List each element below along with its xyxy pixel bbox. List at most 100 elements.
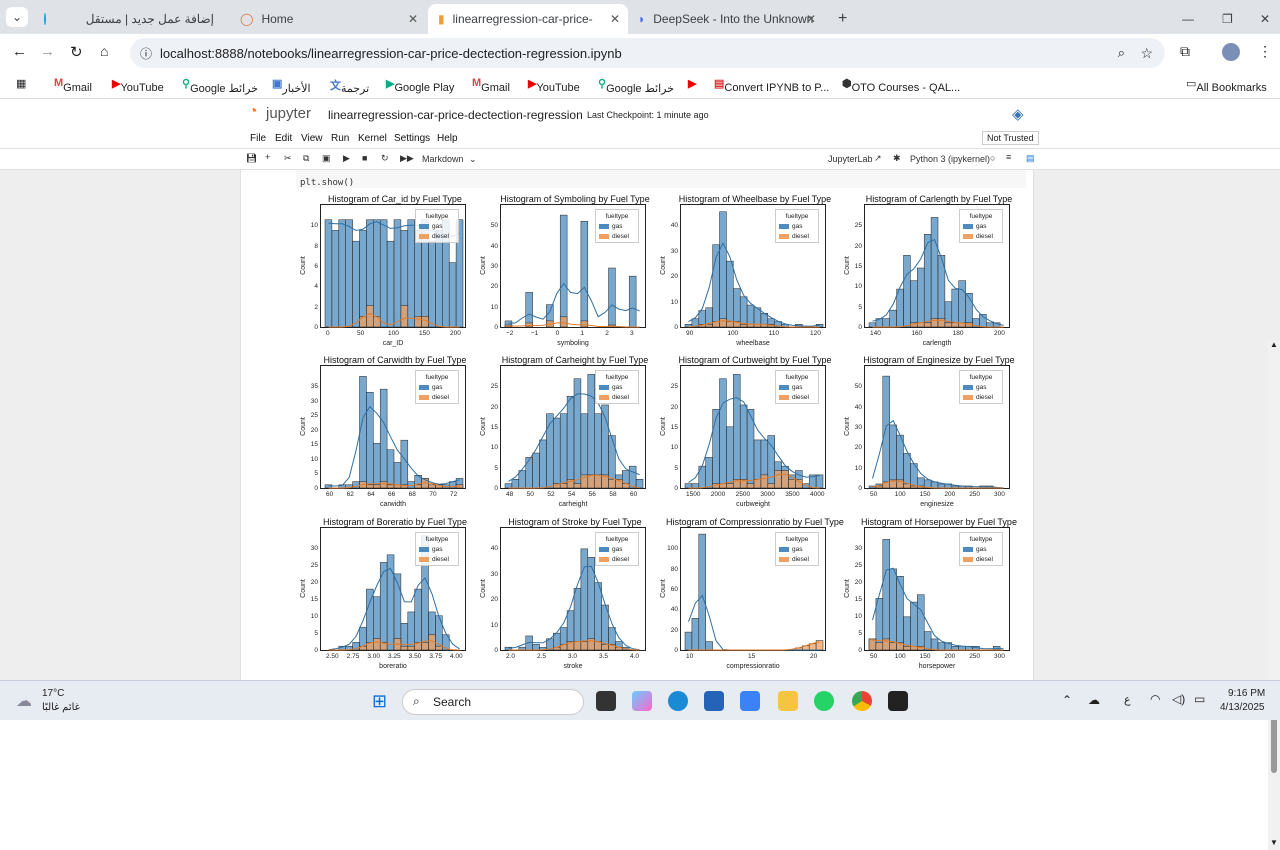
browser-tab[interactable]: ◯ Home ✕: [230, 4, 426, 34]
bookmark-item[interactable]: ▣ الأخبار: [272, 77, 311, 95]
bookmark-item[interactable]: ▶ Google Play: [386, 77, 454, 94]
diesel-bar: [767, 483, 775, 489]
menu-kernel[interactable]: Kernel: [358, 133, 387, 144]
bookmark-item[interactable]: 文 ترجمة: [330, 77, 369, 95]
kernel-name[interactable]: Python 3 (ipykernel): [910, 154, 990, 164]
new-tab-button[interactable]: +: [828, 4, 852, 34]
histogram-plot: Histogram of Enginesize by Fuel Type fuel…: [844, 355, 1034, 515]
scrollbar-down-icon[interactable]: ▼: [1270, 838, 1278, 847]
whatsapp-icon[interactable]: [814, 691, 834, 711]
apps-grid-icon[interactable]: ▦: [16, 77, 26, 90]
bookmark-item[interactable]: ▶ YouTube: [112, 77, 164, 94]
paste-icon[interactable]: ▣: [322, 153, 331, 164]
y-tick-label: 15: [854, 596, 862, 604]
diesel-bar: [608, 479, 616, 489]
forward-icon[interactable]: →: [40, 43, 55, 60]
bookmark-item[interactable]: M Gmail: [472, 77, 510, 94]
browser-tab-active[interactable]: ▮ linearregression-car-price-dectection-…: [428, 4, 628, 34]
address-bar[interactable]: ⓘ localhost:8888/notebooks/linearregress…: [130, 38, 1165, 68]
fast-forward-icon[interactable]: ▶▶: [400, 153, 414, 164]
bookmark-item[interactable]: ⚲ Google خرائط: [182, 77, 258, 95]
wifi-icon[interactable]: ◠: [1150, 692, 1160, 706]
notebook-name[interactable]: linearregression-car-price-dectection-re…: [328, 108, 583, 122]
y-tick-label: 50: [490, 222, 498, 230]
y-tick-label: 30: [490, 262, 498, 270]
site-info-icon[interactable]: ⓘ: [140, 45, 152, 62]
clock-time[interactable]: 9:16 PM: [1228, 688, 1265, 699]
reload-icon[interactable]: ↻: [70, 43, 83, 61]
tab-list-button[interactable]: ⌄: [6, 7, 28, 27]
edge-icon[interactable]: [668, 691, 688, 711]
y-tick-label: 10: [310, 222, 318, 230]
close-tab-icon[interactable]: ✕: [408, 12, 418, 26]
back-icon[interactable]: ←: [12, 43, 27, 60]
jupyter-logo-icon[interactable]: ◔: [248, 103, 258, 121]
plot-area: fueltype gas diesel: [864, 365, 1010, 489]
close-tab-icon[interactable]: ✕: [806, 12, 816, 26]
close-window-icon[interactable]: ✕: [1250, 4, 1274, 34]
bookmark-item[interactable]: ⬢ OTO Courses - QAL...: [842, 77, 960, 94]
task-view-icon[interactable]: [596, 691, 616, 711]
add-cell-icon[interactable]: +: [265, 152, 270, 162]
menu-edit[interactable]: Edit: [275, 133, 292, 144]
weather-icon[interactable]: ☁: [16, 691, 32, 711]
file-explorer-icon[interactable]: [778, 691, 798, 711]
todo-icon[interactable]: [740, 691, 760, 711]
legend-title: fueltype: [605, 213, 629, 220]
cut-icon[interactable]: ✂: [284, 153, 292, 164]
volume-icon[interactable]: ◁): [1172, 692, 1185, 706]
scrollbar-up-icon[interactable]: ▲: [1270, 340, 1278, 349]
copy-icon[interactable]: ⧉: [303, 153, 309, 164]
store-icon[interactable]: [704, 691, 724, 711]
menu-run[interactable]: Run: [331, 133, 349, 144]
home-icon[interactable]: ⌂: [100, 43, 108, 59]
menu-file[interactable]: File: [250, 133, 266, 144]
onedrive-icon[interactable]: ☁: [1088, 693, 1100, 707]
bookmark-star-icon[interactable]: ☆: [1140, 45, 1153, 62]
taskbar-search[interactable]: ⌕ Search: [402, 689, 584, 715]
code-cell[interactable]: plt.show(): [296, 170, 1026, 188]
battery-icon[interactable]: ▭: [1194, 692, 1205, 706]
property-inspector-icon[interactable]: ▤: [1026, 153, 1035, 164]
extensions-icon[interactable]: ⧉: [1180, 43, 1190, 60]
save-icon[interactable]: 💾︎: [246, 153, 257, 164]
chrome-icon[interactable]: [852, 691, 872, 711]
plot-area: fueltype gas diesel: [320, 204, 466, 328]
close-tab-icon[interactable]: ✕: [610, 12, 620, 26]
menu-view[interactable]: View: [301, 133, 323, 144]
y-tick-label: 20: [490, 596, 498, 604]
gas-bar: [559, 413, 568, 489]
zoom-icon[interactable]: ⌕: [1118, 45, 1125, 61]
jupyterlab-link[interactable]: JupyterLab: [828, 154, 873, 164]
bookmark-item[interactable]: M Gmail: [54, 77, 92, 94]
browser-tab[interactable]: إضافة عمل جديد | مستقل: [34, 4, 224, 34]
copilot-icon[interactable]: [632, 691, 652, 711]
clock-date[interactable]: 4/13/2025: [1220, 702, 1265, 713]
tray-chevron-icon[interactable]: ⌃: [1062, 693, 1072, 707]
menu-settings[interactable]: Settings: [394, 133, 430, 144]
bug-icon[interactable]: ✱: [893, 153, 901, 164]
bookmark-item[interactable]: ▶: [688, 77, 696, 90]
maximize-icon[interactable]: ❐: [1212, 4, 1236, 34]
run-icon[interactable]: ▶: [343, 153, 350, 164]
menu-help[interactable]: Help: [437, 133, 458, 144]
trust-button[interactable]: Not Trusted: [982, 131, 1039, 145]
menu-dots-icon[interactable]: ⋮: [1258, 43, 1272, 60]
profile-avatar[interactable]: [1222, 43, 1240, 61]
hamburger-icon[interactable]: ≡: [1006, 152, 1011, 162]
scrollbar-thumb[interactable]: [1271, 715, 1277, 773]
restart-icon[interactable]: ↻: [381, 153, 389, 164]
cell-type-select[interactable]: Markdown: [422, 154, 464, 164]
bookmark-item[interactable]: ▤ Convert IPYNB to P...: [714, 77, 829, 94]
browser-tab[interactable]: ◗ DeepSeek - Into the Unknown ✕: [628, 4, 824, 34]
stop-icon[interactable]: ■: [362, 153, 367, 163]
terminal-icon[interactable]: [888, 691, 908, 711]
minimize-icon[interactable]: —: [1172, 4, 1196, 34]
start-icon[interactable]: ⊞: [372, 691, 387, 712]
language-indicator[interactable]: ع: [1124, 693, 1131, 706]
bookmark-item[interactable]: ⚲ Google خرائط: [598, 77, 674, 95]
y-tick-label: 30: [854, 423, 862, 431]
all-bookmarks[interactable]: ▭ All Bookmarks: [1186, 77, 1267, 94]
scrollbar[interactable]: ▲ ▼: [1268, 340, 1280, 850]
bookmark-item[interactable]: ▶ YouTube: [528, 77, 580, 94]
